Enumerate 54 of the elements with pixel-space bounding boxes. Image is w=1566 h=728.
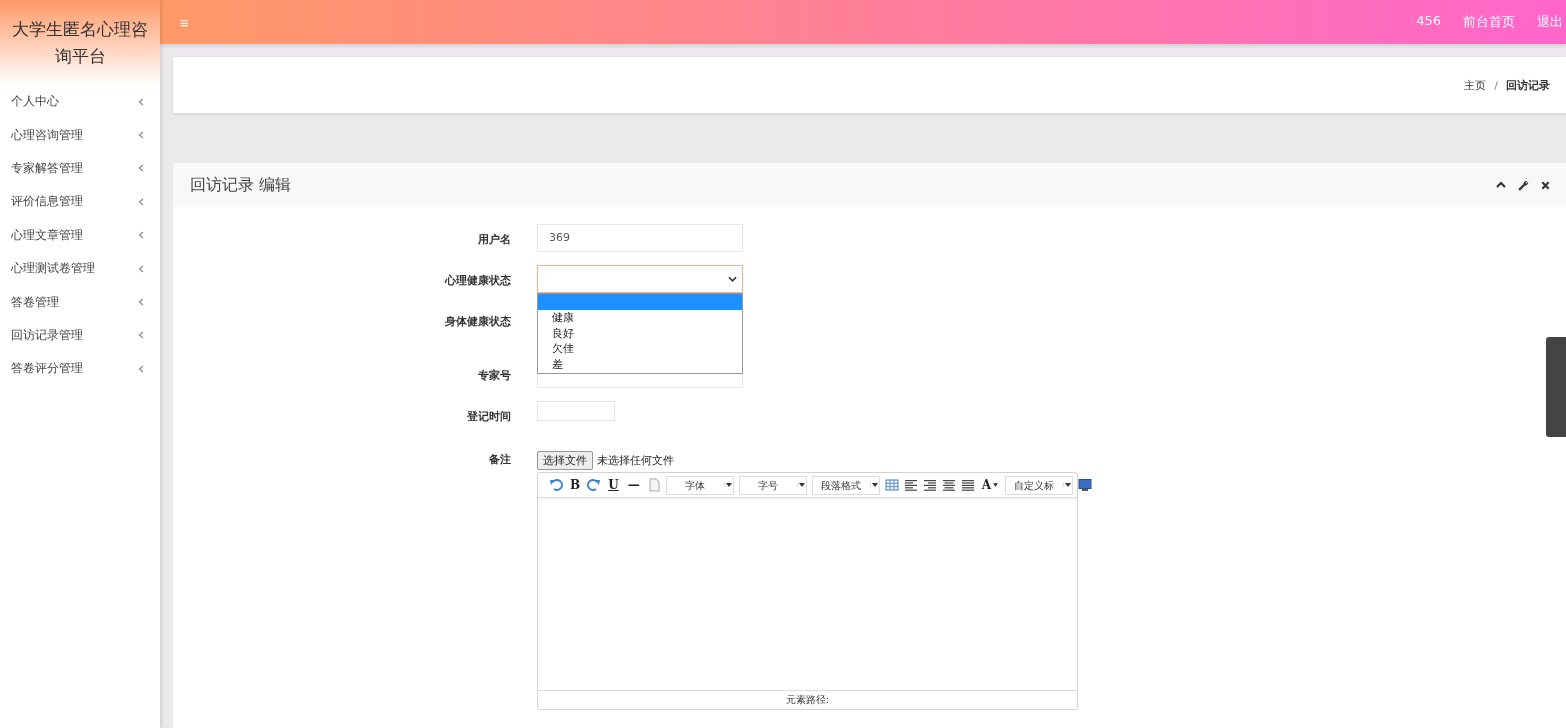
align-icon[interactable]: [922, 478, 937, 492]
align-icon[interactable]: [941, 478, 956, 492]
dropdown-option[interactable]: 良好: [538, 325, 742, 342]
toolbar-dropdown[interactable]: 字体: [665, 475, 734, 495]
select-field[interactable]: [537, 265, 743, 293]
close-icon[interactable]: [1541, 180, 1550, 190]
sidebar-item[interactable]: 评价信息管理: [0, 185, 160, 219]
file-status: 未选择任何文件: [597, 452, 674, 468]
toolbar-dropdown[interactable]: 段落格式: [811, 475, 880, 495]
app-title: 大学生匿名心理咨询平台: [11, 17, 149, 68]
sidebar-item[interactable]: 专家解答管理: [0, 151, 160, 186]
align-icon[interactable]: [960, 478, 975, 492]
choose-file-button[interactable]: 选择文件: [537, 450, 593, 470]
field-label: 用户名: [477, 232, 511, 247]
caret-icon: [723, 483, 732, 487]
toolbar-dropdown[interactable]: 自定义标: [1004, 475, 1073, 495]
monitor-icon[interactable]: [1077, 478, 1092, 492]
sidebar-item[interactable]: 回访记录管理: [0, 318, 160, 353]
dropdown-option[interactable]: 欠佳: [538, 341, 742, 358]
dropdown-option[interactable]: 差: [538, 357, 742, 373]
field-label: 身体健康状态: [444, 314, 511, 329]
undo-icon[interactable]: [549, 478, 563, 492]
field-label: 心理健康状态: [443, 273, 511, 288]
wrench-icon[interactable]: [1518, 179, 1529, 191]
field-label: 专家号: [477, 368, 511, 383]
caret-icon: [869, 483, 878, 487]
redo-icon[interactable]: [587, 478, 602, 492]
caret-icon: [796, 483, 805, 487]
breadcrumb-link[interactable]: 主页: [1464, 77, 1487, 93]
date-field[interactable]: [537, 401, 615, 421]
caret-icon: [728, 276, 737, 282]
input-field[interactable]: 369: [537, 224, 743, 252]
toolbar-button[interactable]: B: [568, 478, 583, 492]
panel-title: 回访记录 编辑: [190, 174, 292, 196]
sidebar-item[interactable]: 心理测试卷管理: [0, 251, 160, 286]
username: 456: [1416, 13, 1441, 30]
align-icon[interactable]: [903, 478, 918, 492]
caret-icon: [1062, 483, 1071, 487]
field-label: 登记时间: [466, 409, 511, 424]
toolbar-dropdown[interactable]: 字号: [738, 475, 807, 495]
sidebar-item[interactable]: 心理文章管理: [0, 218, 160, 252]
field-label: 备注: [488, 452, 511, 467]
element-path: 元素路径:: [538, 690, 1077, 709]
collapse-icon[interactable]: [1496, 180, 1506, 190]
sidebar-item[interactable]: 答卷管理: [0, 285, 160, 319]
sidebar-item[interactable]: 个人中心: [0, 85, 160, 119]
sidebar-item[interactable]: 答卷评分管理: [0, 352, 160, 386]
toolbar-button[interactable]: A: [979, 478, 1000, 492]
breadcrumb-current: 回访记录: [1506, 77, 1550, 93]
dropdown-option[interactable]: 健康: [538, 309, 742, 326]
toolbar-button[interactable]: —: [625, 478, 642, 492]
breadcrumb-separator: /: [1494, 78, 1498, 92]
sidebar-item[interactable]: 心理咨询管理: [0, 118, 160, 152]
toolbar-button[interactable]: U: [606, 478, 621, 492]
